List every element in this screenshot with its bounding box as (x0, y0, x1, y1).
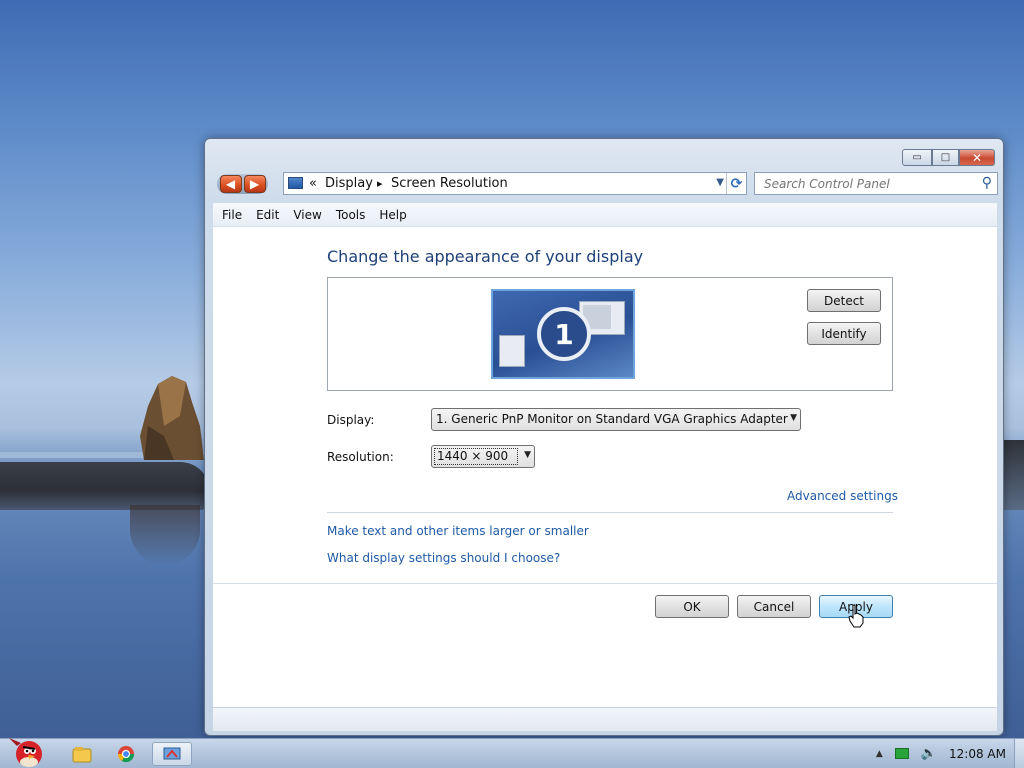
refresh-icon[interactable]: ⟳ (726, 173, 746, 194)
navigation-bar: ◀ ▶ « Display ▸ Screen Resolution ▼ ⟳ ⚲ (217, 171, 998, 197)
close-button[interactable]: ✕ (959, 149, 995, 166)
status-bar (213, 707, 997, 731)
menu-file[interactable]: File (222, 208, 242, 222)
search-input[interactable] (755, 173, 965, 194)
clock[interactable]: 12:08 AM (949, 747, 1006, 761)
taskbar: ▲ 🔈 12:08 AM (0, 738, 1024, 768)
ok-button[interactable]: OK (655, 595, 729, 618)
display-select[interactable]: 1. Generic PnP Monitor on Standard VGA G… (431, 408, 801, 431)
show-hidden-icons-icon[interactable]: ▲ (876, 749, 883, 759)
breadcrumb-display[interactable]: Display (325, 176, 373, 191)
monitor-number-badge: 1 (537, 307, 591, 361)
angry-bird-start-icon (9, 738, 42, 767)
network-icon[interactable] (894, 748, 909, 759)
display-label: Display: (327, 413, 375, 427)
menu-view[interactable]: View (293, 208, 321, 222)
screen-resolution-window: ▭ □ ✕ ◀ ▶ « Display ▸ Screen Resolution … (204, 138, 1004, 736)
address-bar[interactable]: « Display ▸ Screen Resolution ▼ ⟳ (283, 172, 747, 195)
control-panel-taskbar-button[interactable] (152, 742, 192, 766)
caption-buttons: ▭ □ ✕ (902, 149, 995, 166)
resolution-label: Resolution: (327, 450, 394, 464)
cancel-button[interactable]: Cancel (737, 595, 811, 618)
menu-help[interactable]: Help (379, 208, 406, 222)
preview-sidebar-graphic (499, 335, 525, 367)
forward-arrow-icon: ▶ (249, 177, 260, 191)
rocky-shore (0, 462, 210, 510)
menu-tools[interactable]: Tools (336, 208, 366, 222)
dialog-footer: OK Cancel Apply (213, 583, 997, 707)
file-explorer-taskbar-icon[interactable] (68, 742, 96, 766)
display-settings-help-link[interactable]: What display settings should I choose? (327, 551, 560, 565)
chevron-down-icon: ▼ (524, 450, 531, 460)
forward-button[interactable]: ▶ (243, 175, 266, 193)
control-panel-icon (163, 747, 181, 760)
chevron-down-icon: ▼ (790, 413, 797, 423)
volume-icon[interactable]: 🔈 (921, 746, 937, 761)
resolution-select-value: 1440 × 900 (434, 448, 518, 465)
resolution-select[interactable]: 1440 × 900 ▼ (431, 445, 535, 468)
search-icon[interactable]: ⚲ (982, 175, 992, 191)
back-arrow-icon: ◀ (225, 177, 236, 191)
maximize-button[interactable]: □ (932, 149, 959, 166)
search-box[interactable]: ⚲ (754, 172, 998, 195)
rock-reflection (130, 505, 200, 565)
advanced-settings-link[interactable]: Advanced settings (787, 489, 898, 503)
breadcrumb-screen-resolution[interactable]: Screen Resolution (391, 176, 508, 191)
page-title: Change the appearance of your display (327, 247, 644, 266)
chrome-taskbar-icon[interactable] (112, 742, 140, 766)
main-content: Change the appearance of your display 1 … (213, 227, 997, 583)
detect-button[interactable]: Detect (807, 289, 881, 312)
divider (327, 512, 893, 513)
back-button[interactable]: ◀ (219, 175, 242, 193)
breadcrumb-chevron[interactable]: « (309, 176, 317, 191)
display-preview-panel: 1 Detect Identify (327, 277, 893, 391)
menu-edit[interactable]: Edit (256, 208, 279, 222)
text-size-link[interactable]: Make text and other items larger or smal… (327, 524, 589, 538)
nav-buttons: ◀ ▶ (217, 174, 268, 194)
display-select-value: 1. Generic PnP Monitor on Standard VGA G… (436, 412, 788, 426)
identify-button[interactable]: Identify (807, 322, 881, 345)
minimize-button[interactable]: ▭ (902, 149, 932, 166)
start-button[interactable] (4, 733, 50, 768)
menu-bar: File Edit View Tools Help (213, 203, 997, 227)
monitor-1-preview[interactable]: 1 (491, 289, 635, 379)
sea-stack-rock (140, 376, 204, 460)
system-tray: ▲ 🔈 12:08 AM (876, 746, 1014, 761)
mouse-cursor-hand-icon (848, 604, 864, 628)
control-panel-icon (288, 177, 303, 189)
show-desktop-button[interactable] (1014, 739, 1024, 768)
address-dropdown-icon[interactable]: ▼ (716, 177, 724, 188)
breadcrumb-arrow-icon[interactable]: ▸ (377, 177, 383, 190)
